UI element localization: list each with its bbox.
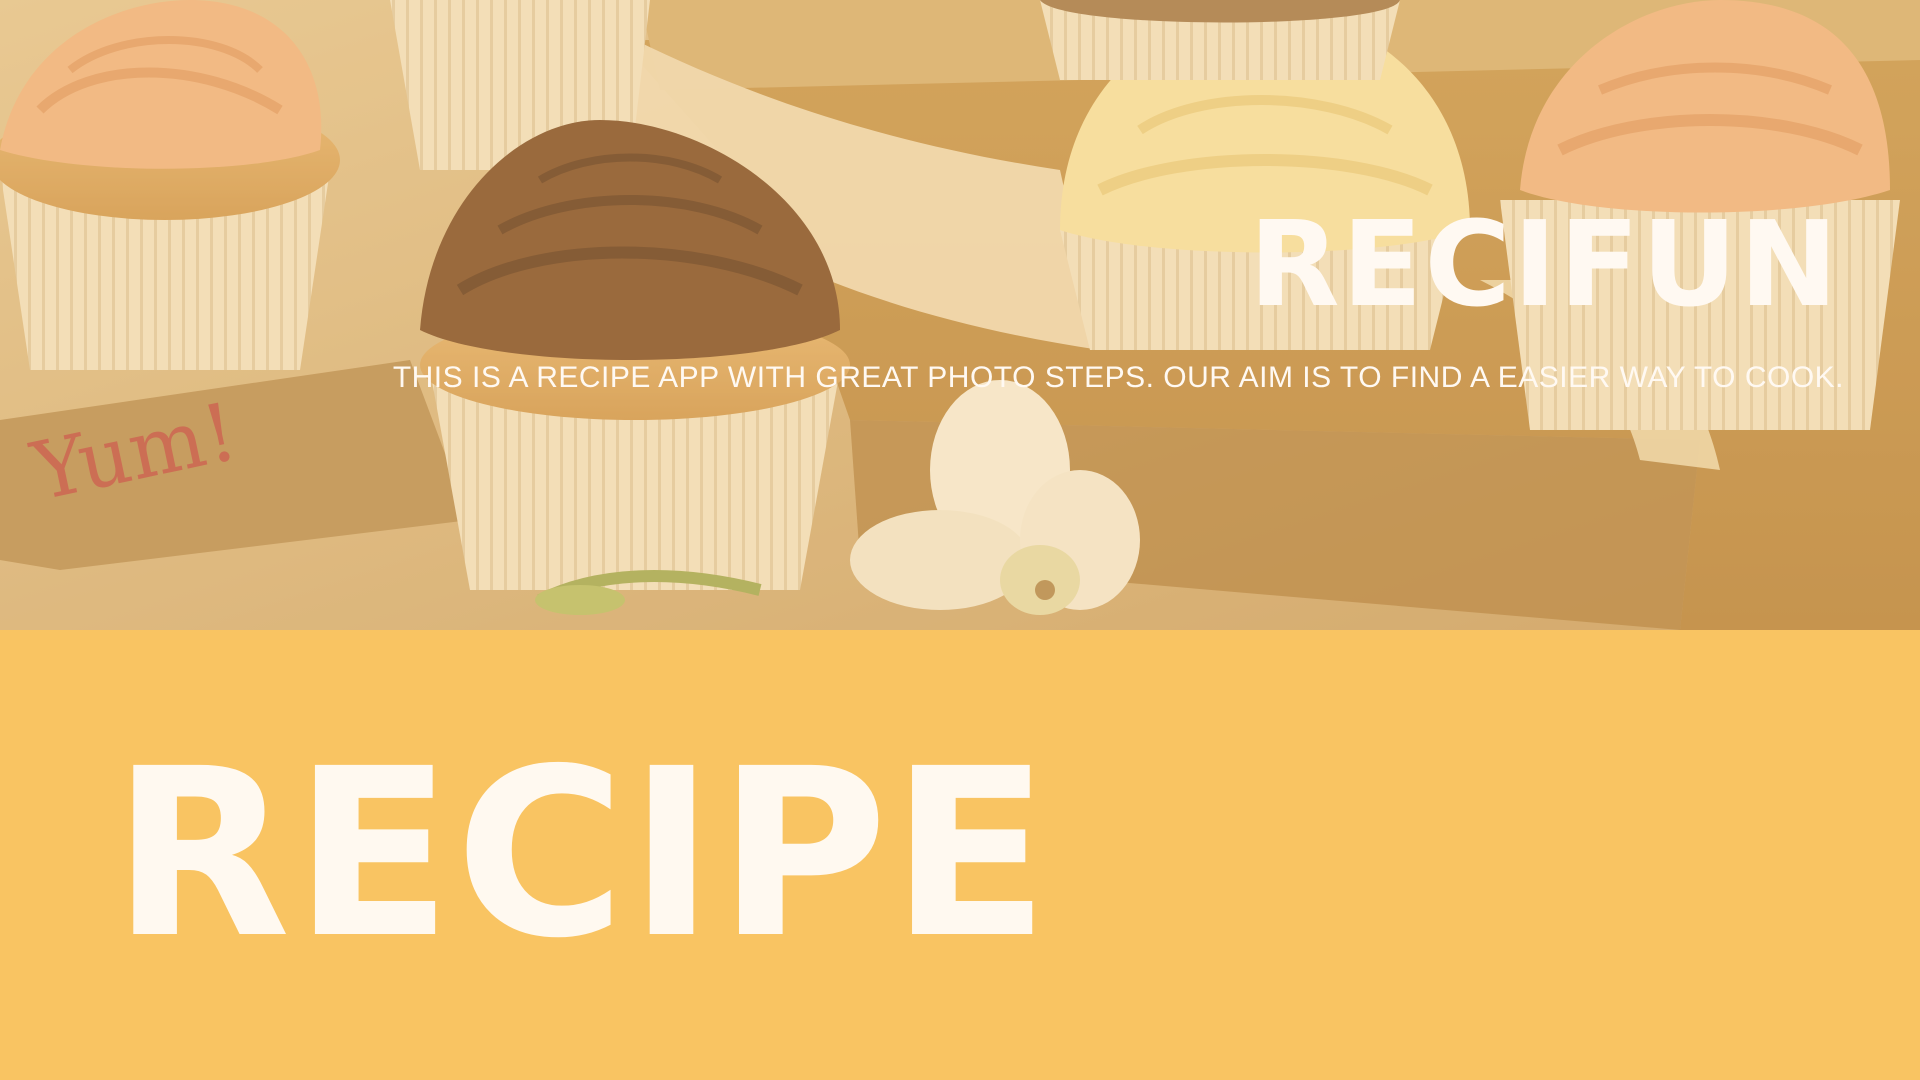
recipe-app-slide: Yum! RECIFUN THIS IS A RECIPE APP WITH G…	[0, 0, 1920, 1080]
hero-photo: Yum! RECIFUN THIS IS A RECIPE APP WITH G…	[0, 0, 1920, 630]
brand-title: RECIFUN	[1248, 195, 1840, 333]
tagline: THIS IS A RECIPE APP WITH GREAT PHOTO ST…	[392, 361, 1844, 394]
section-title: RECIPE	[112, 719, 1053, 989]
title-band: RECIPE	[0, 630, 1920, 1080]
